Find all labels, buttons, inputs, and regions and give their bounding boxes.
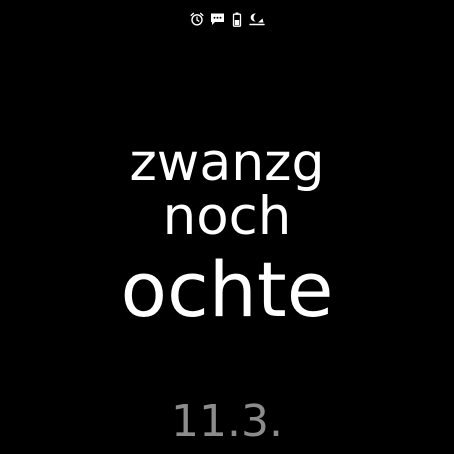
time-word-line-2: noch (162, 186, 292, 247)
message-icon (209, 11, 225, 27)
alarm-clock-icon (189, 11, 205, 27)
time-word-line-1: zwanzg (129, 133, 325, 193)
time-word-line-3: ochte (120, 245, 334, 334)
sleep-mode-icon (249, 11, 265, 27)
status-bar (0, 10, 454, 28)
watch-screen: zwanzg noch ochte 11.3. (0, 0, 454, 454)
battery-icon (229, 11, 245, 27)
date-label: 11.3. (171, 396, 283, 447)
